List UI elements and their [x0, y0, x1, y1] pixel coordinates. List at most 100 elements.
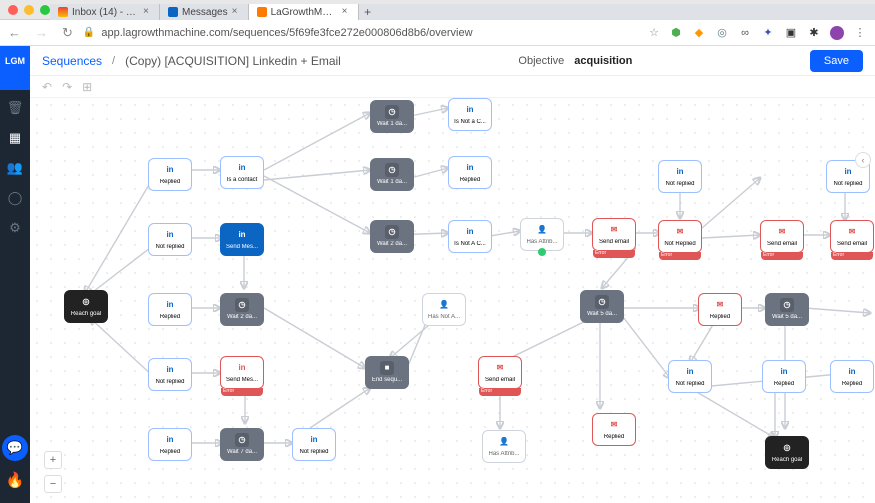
- node-wait[interactable]: ◷Wait 5 da...: [765, 293, 809, 326]
- clock-icon: ◷: [385, 225, 399, 239]
- linkedin-icon: in: [163, 163, 177, 177]
- url-field[interactable]: 🔒 app.lagrowthmachine.com/sequences/5f69…: [83, 27, 639, 39]
- new-tab-button[interactable]: +: [359, 4, 377, 20]
- breadcrumb-name: (Copy) [ACQUISITION] Linkedin + Email: [125, 54, 341, 68]
- node-wait[interactable]: ◷Wait 2 da...: [370, 220, 414, 253]
- node-action[interactable]: ✉Send email: [592, 218, 636, 251]
- node-wait[interactable]: ◷Wait 7 da...: [220, 428, 264, 461]
- node-wait[interactable]: ◷Wait 5 da...: [580, 290, 624, 323]
- node-condition[interactable]: inIs a contact: [220, 156, 264, 189]
- browser-tab-2[interactable]: LaGrowthMachine - Sales Au ×: [249, 4, 359, 20]
- help-widgets: 💬 🔥: [0, 435, 30, 489]
- chat-icon[interactable]: 💬: [2, 435, 28, 461]
- clock-icon: ◷: [595, 295, 609, 309]
- node-status[interactable]: inReplied: [148, 158, 192, 191]
- browser-urlbar: ← → ↻ 🔒 app.lagrowthmachine.com/sequence…: [0, 20, 875, 46]
- target-icon: ◎: [79, 295, 93, 309]
- settings-icon[interactable]: ⚙: [7, 220, 23, 236]
- node-action[interactable]: ✉Send email: [478, 356, 522, 389]
- ext-icon[interactable]: ⬢: [669, 26, 683, 40]
- nav-forward-icon[interactable]: →: [35, 25, 48, 41]
- main-pane: Sequences / (Copy) [ACQUISITION] Linkedi…: [30, 46, 875, 503]
- node-status[interactable]: inReplied: [148, 293, 192, 326]
- grid-icon[interactable]: ⊞: [82, 80, 92, 94]
- close-icon[interactable]: ×: [232, 8, 240, 16]
- node-status[interactable]: ✉Replied: [698, 293, 742, 326]
- linkedin-icon: in: [841, 165, 855, 179]
- profile-icon[interactable]: ◯: [7, 190, 23, 206]
- node-status[interactable]: inReplied: [148, 428, 192, 461]
- zoom-out-button[interactable]: −: [44, 475, 62, 493]
- ext-icon[interactable]: ✱: [807, 26, 821, 40]
- linkedin-icon: in: [463, 225, 477, 239]
- window-close[interactable]: [8, 5, 18, 15]
- node-condition[interactable]: inIs Not A C...: [448, 220, 492, 253]
- node-wait[interactable]: ◷Wait 2 da...: [220, 293, 264, 326]
- star-icon[interactable]: ☆: [649, 26, 659, 39]
- avatar-icon[interactable]: [830, 26, 844, 40]
- browser-tab-0[interactable]: Inbox (14) - brice@lagrowth ×: [50, 4, 160, 20]
- node-condition[interactable]: inIs Not a C...: [448, 98, 492, 131]
- node-status[interactable]: inNot replied: [658, 160, 702, 193]
- ext-icon[interactable]: ◎: [715, 26, 729, 40]
- mail-icon: ✉: [673, 225, 687, 239]
- node-action[interactable]: ✉Send email: [760, 220, 804, 253]
- node-status[interactable]: inNot replied: [148, 358, 192, 391]
- node-status[interactable]: ✉Replied: [592, 413, 636, 446]
- linkedin-icon: in: [845, 365, 859, 379]
- node-wait[interactable]: ◷Wait 1 da...: [370, 100, 414, 133]
- app-logo[interactable]: LGM: [0, 46, 30, 76]
- window-minimize[interactable]: [24, 5, 34, 15]
- sequences-icon[interactable]: ▦: [7, 130, 23, 146]
- canvas-toolbar: ↶ ↷ ⊞: [30, 76, 875, 98]
- node-status[interactable]: inNot replied: [668, 360, 712, 393]
- node-action[interactable]: inSend Mes...: [220, 223, 264, 256]
- node-status[interactable]: inReplied: [762, 360, 806, 393]
- node-status[interactable]: inReplied: [830, 360, 874, 393]
- clock-icon: ◷: [385, 163, 399, 177]
- ext-icon[interactable]: ▣: [784, 26, 798, 40]
- close-icon[interactable]: ×: [143, 8, 151, 16]
- nav-back-icon[interactable]: ←: [8, 25, 21, 41]
- node-end[interactable]: ■End sequ...: [365, 356, 409, 389]
- node-condition[interactable]: 👤Has Attrib...: [482, 430, 526, 463]
- ext-icon[interactable]: ✦: [761, 26, 775, 40]
- menu-icon[interactable]: ⋮: [853, 26, 867, 40]
- node-status[interactable]: inNot replied: [148, 223, 192, 256]
- linkedin-icon: in: [235, 361, 249, 375]
- node-action[interactable]: ✉Send email: [830, 220, 874, 253]
- linkedin-icon: [168, 7, 178, 17]
- zoom-in-button[interactable]: +: [44, 451, 62, 469]
- node-status[interactable]: ✉Not Replied: [658, 220, 702, 253]
- linkedin-icon: in: [673, 165, 687, 179]
- node-status[interactable]: inReplied: [448, 156, 492, 189]
- collapse-panel-icon[interactable]: ‹: [855, 152, 871, 168]
- breadcrumb-sep: /: [112, 55, 115, 67]
- node-wait[interactable]: ◷Wait 1 da...: [370, 158, 414, 191]
- ext-icon[interactable]: ◆: [692, 26, 706, 40]
- inbox-icon[interactable]: 🗑: [7, 100, 23, 116]
- user-icon: 👤: [497, 435, 511, 449]
- node-goal[interactable]: ◎Reach goal: [64, 290, 108, 323]
- breadcrumb-root[interactable]: Sequences: [42, 54, 102, 68]
- node-action[interactable]: inSend Mes...: [220, 356, 264, 389]
- browser-tab-1[interactable]: Messages ×: [160, 4, 249, 20]
- user-icon: 👤: [437, 298, 451, 312]
- node-condition[interactable]: 👤Has Not A...: [422, 293, 466, 326]
- node-condition[interactable]: 👤Has Attrib...: [520, 218, 564, 251]
- save-button[interactable]: Save: [810, 50, 863, 72]
- window-maximize[interactable]: [40, 5, 50, 15]
- nav-reload-icon[interactable]: ↻: [62, 25, 73, 41]
- node-goal[interactable]: ◎Reach goal: [765, 436, 809, 469]
- contacts-icon[interactable]: 👥: [7, 160, 23, 176]
- linkedin-icon: in: [235, 161, 249, 175]
- undo-icon[interactable]: ↶: [42, 80, 52, 94]
- node-status[interactable]: inNot replied: [292, 428, 336, 461]
- mail-icon: ✉: [845, 225, 859, 239]
- ext-icon[interactable]: ∞: [738, 26, 752, 40]
- close-icon[interactable]: ×: [342, 8, 350, 16]
- fire-icon[interactable]: 🔥: [6, 471, 25, 489]
- linkedin-icon: in: [777, 365, 791, 379]
- redo-icon[interactable]: ↷: [62, 80, 72, 94]
- sequence-canvas[interactable]: ◷Wait 1 da... inIs Not a C... inReplied …: [30, 98, 875, 503]
